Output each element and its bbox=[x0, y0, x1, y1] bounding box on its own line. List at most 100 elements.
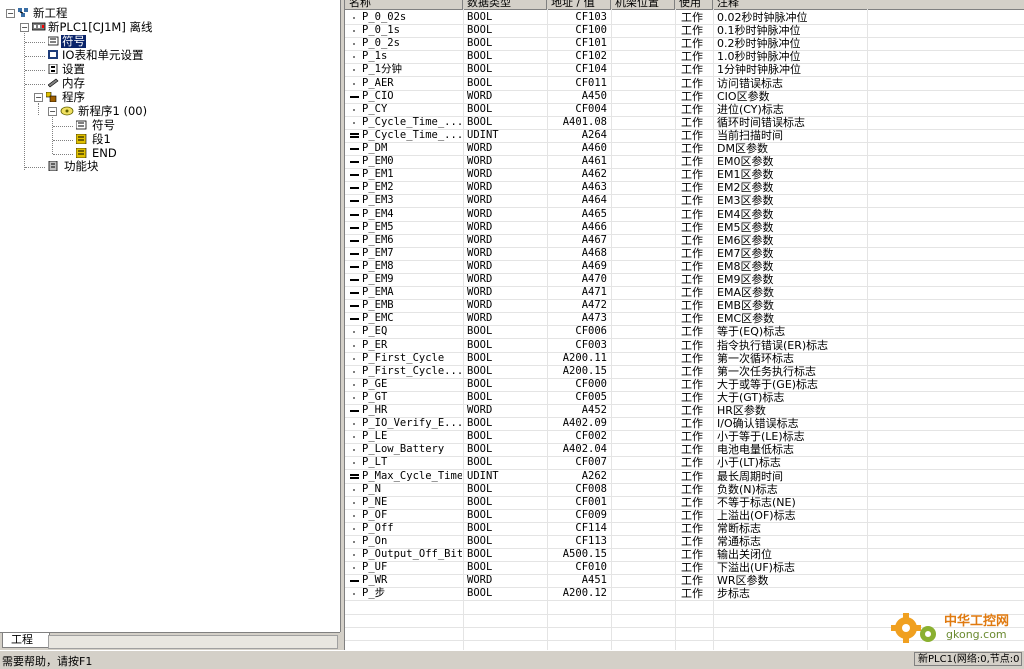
table-row[interactable]: P_CY BOOL CF004 工作 进位(CY)标志 bbox=[345, 103, 1024, 117]
table-row[interactable]: P_0_02s BOOL CF103 工作 0.02秒时钟脉冲位 bbox=[345, 11, 1024, 25]
cell-usage: 工作 bbox=[681, 24, 703, 37]
cell-address: A467 bbox=[581, 234, 607, 246]
cell-comment: DM区参数 bbox=[717, 142, 768, 155]
table-row[interactable]: P_N BOOL CF008 工作 负数(N)标志 bbox=[345, 483, 1024, 497]
table-row[interactable]: P_WR WORD A451 工作 WR区参数 bbox=[345, 574, 1024, 588]
table-row[interactable]: P_EM1 WORD A462 工作 EM1区参数 bbox=[345, 168, 1024, 182]
cell-usage: 工作 bbox=[681, 535, 703, 548]
table-row[interactable]: P_EQ BOOL CF006 工作 等于(EQ)标志 bbox=[345, 325, 1024, 339]
table-row[interactable]: P_EM7 WORD A468 工作 EM7区参数 bbox=[345, 247, 1024, 261]
symbol-table[interactable]: 名称 数据类型 地址 / 值 机架位置 使用 注释 P_0_02s BOOL CF1… bbox=[344, 0, 1024, 650]
tree-node-program-symbols[interactable]: 符号 bbox=[0, 119, 200, 132]
column-header-name[interactable]: 名称 bbox=[345, 0, 463, 9]
table-row[interactable]: P_1s BOOL CF102 工作 1.0秒时钟脉冲位 bbox=[345, 50, 1024, 64]
cell-name: P_LE bbox=[362, 430, 388, 442]
tree-node-end[interactable]: END bbox=[0, 147, 200, 160]
column-header-type[interactable]: 数据类型 bbox=[463, 0, 547, 9]
table-row[interactable]: P_DM WORD A460 工作 DM区参数 bbox=[345, 142, 1024, 156]
table-row[interactable]: P_步 BOOL A200.12 工作 步标志 bbox=[345, 587, 1024, 601]
table-row[interactable]: P_GT BOOL CF005 工作 大于(GT)标志 bbox=[345, 391, 1024, 405]
table-row[interactable]: P_AER BOOL CF011 工作 访问错误标志 bbox=[345, 77, 1024, 91]
project-tree-pane[interactable]: − 新工程 − 新PLC1[CJ1M] 离线 符号 IO表和单元设置 设置 内存… bbox=[0, 0, 341, 632]
collapse-icon[interactable]: − bbox=[6, 9, 15, 18]
collapse-icon[interactable]: − bbox=[20, 23, 29, 32]
table-row[interactable]: P_0_1s BOOL CF100 工作 0.1秒时钟脉冲位 bbox=[345, 24, 1024, 38]
cell-usage: 工作 bbox=[681, 299, 703, 312]
table-row[interactable]: P_OF BOOL CF009 工作 上溢出(OF)标志 bbox=[345, 509, 1024, 523]
table-row[interactable]: P_Cycle_Time_... UDINT A264 工作 当前扫描时间 bbox=[345, 129, 1024, 143]
table-row[interactable]: P_Output_Off_Bit BOOL A500.15 工作 输出关闭位 bbox=[345, 548, 1024, 562]
table-row[interactable]: P_UF BOOL CF010 工作 下溢出(UF)标志 bbox=[345, 561, 1024, 575]
table-row[interactable]: P_First_Cycle... BOOL A200.15 工作 第一次任务执行标志 bbox=[345, 365, 1024, 379]
tree-node-plc[interactable]: − 新PLC1[CJ1M] 离线 bbox=[0, 21, 200, 34]
tree-node-function-blocks[interactable]: 功能块 bbox=[0, 160, 200, 173]
table-row[interactable]: P_GE BOOL CF000 工作 大于或等于(GE)标志 bbox=[345, 378, 1024, 392]
tab-project[interactable]: 工程 bbox=[2, 633, 50, 648]
column-header-comment[interactable]: 注释 bbox=[713, 0, 1024, 9]
cell-name: P_ER bbox=[362, 339, 388, 351]
table-row[interactable]: P_EM3 WORD A464 工作 EM3区参数 bbox=[345, 194, 1024, 208]
cell-comment: EM1区参数 bbox=[717, 168, 774, 181]
table-row[interactable]: P_EM0 WORD A461 工作 EM0区参数 bbox=[345, 155, 1024, 169]
table-row[interactable]: P_ER BOOL CF003 工作 指令执行错误(ER)标志 bbox=[345, 339, 1024, 353]
cell-name: P_CIO bbox=[362, 90, 394, 102]
table-row[interactable]: P_On BOOL CF113 工作 常通标志 bbox=[345, 535, 1024, 549]
column-header-address[interactable]: 地址 / 值 bbox=[547, 0, 611, 9]
table-row[interactable]: P_EM4 WORD A465 工作 EM4区参数 bbox=[345, 208, 1024, 222]
table-row[interactable]: P_Off BOOL CF114 工作 常断标志 bbox=[345, 522, 1024, 536]
bool-symbol-icon bbox=[353, 397, 355, 399]
table-row[interactable]: P_1分钟 BOOL CF104 工作 1分钟时钟脉冲位 bbox=[345, 63, 1024, 77]
cell-usage: 工作 bbox=[681, 352, 703, 365]
tree-node-section1[interactable]: 段1 bbox=[0, 133, 200, 146]
cell-usage: 工作 bbox=[681, 142, 703, 155]
table-row[interactable]: P_EM9 WORD A470 工作 EM9区参数 bbox=[345, 273, 1024, 287]
column-header-usage[interactable]: 使用 bbox=[675, 0, 713, 9]
cell-type: WORD bbox=[467, 155, 493, 167]
cell-usage: 工作 bbox=[681, 103, 703, 116]
word-symbol-icon bbox=[350, 200, 359, 202]
table-row[interactable]: P_First_Cycle BOOL A200.11 工作 第一次循环标志 bbox=[345, 352, 1024, 366]
table-row[interactable]: P_EMC WORD A473 工作 EMC区参数 bbox=[345, 312, 1024, 326]
cell-usage: 工作 bbox=[681, 339, 703, 352]
collapse-icon[interactable]: − bbox=[48, 107, 57, 116]
tree-node-programs[interactable]: − 程序 bbox=[0, 91, 200, 104]
table-row[interactable]: P_Max_Cycle_Time UDINT A262 工作 最长周期时间 bbox=[345, 470, 1024, 484]
program-icon bbox=[60, 106, 74, 116]
table-row[interactable]: P_IO_Verify_E... BOOL A402.09 工作 I/O确认错误标志 bbox=[345, 417, 1024, 431]
tree-node-project[interactable]: − 新工程 bbox=[0, 7, 200, 20]
table-row[interactable]: P_HR WORD A452 工作 HR区参数 bbox=[345, 404, 1024, 418]
cell-comment: 0.02秒时钟脉冲位 bbox=[717, 11, 808, 24]
tree-node-io-table[interactable]: IO表和单元设置 bbox=[0, 49, 200, 62]
tree-node-memory[interactable]: 内存 bbox=[0, 77, 200, 90]
bool-symbol-icon bbox=[353, 528, 355, 530]
tree-horizontal-scrollbar[interactable] bbox=[48, 635, 338, 649]
cell-usage: 工作 bbox=[681, 574, 703, 587]
cell-usage: 工作 bbox=[681, 247, 703, 260]
table-row[interactable]: P_0_2s BOOL CF101 工作 0.2秒时钟脉冲位 bbox=[345, 37, 1024, 51]
cell-usage: 工作 bbox=[681, 548, 703, 561]
table-row[interactable]: P_Cycle_Time_... BOOL A401.08 工作 循环时间错误标志 bbox=[345, 116, 1024, 130]
cell-type: BOOL bbox=[467, 103, 493, 115]
tree-node-settings[interactable]: 设置 bbox=[0, 63, 200, 76]
table-row[interactable]: P_EM8 WORD A469 工作 EM8区参数 bbox=[345, 260, 1024, 274]
table-row[interactable]: P_EMB WORD A472 工作 EMB区参数 bbox=[345, 299, 1024, 313]
table-row[interactable]: P_EM6 WORD A467 工作 EM6区参数 bbox=[345, 234, 1024, 248]
cell-type: UDINT bbox=[467, 470, 499, 482]
tree-node-symbols[interactable]: 符号 bbox=[0, 35, 200, 48]
table-row[interactable]: P_LE BOOL CF002 工作 小于等于(LE)标志 bbox=[345, 430, 1024, 444]
cell-comment: I/O确认错误标志 bbox=[717, 417, 799, 430]
word-symbol-icon bbox=[350, 187, 359, 189]
collapse-icon[interactable]: − bbox=[34, 93, 43, 102]
table-row[interactable]: P_NE BOOL CF001 工作 不等于标志(NE) bbox=[345, 496, 1024, 510]
cell-address: A262 bbox=[581, 470, 607, 482]
tree-node-program1[interactable]: − 新程序1 (00) bbox=[0, 105, 200, 118]
table-row[interactable]: P_Low_Battery BOOL A402.04 工作 电池电量低标志 bbox=[345, 443, 1024, 457]
column-header-rack[interactable]: 机架位置 bbox=[611, 0, 675, 9]
cell-comment: 大于或等于(GE)标志 bbox=[717, 378, 819, 391]
table-row[interactable]: P_LT BOOL CF007 工作 小于(LT)标志 bbox=[345, 456, 1024, 470]
table-row[interactable]: P_EMA WORD A471 工作 EMA区参数 bbox=[345, 286, 1024, 300]
table-row[interactable]: P_EM2 WORD A463 工作 EM2区参数 bbox=[345, 181, 1024, 195]
table-row[interactable]: P_CIO WORD A450 工作 CIO区参数 bbox=[345, 90, 1024, 104]
table-row[interactable]: P_EM5 WORD A466 工作 EM5区参数 bbox=[345, 221, 1024, 235]
cell-name: P_LT bbox=[362, 456, 388, 468]
